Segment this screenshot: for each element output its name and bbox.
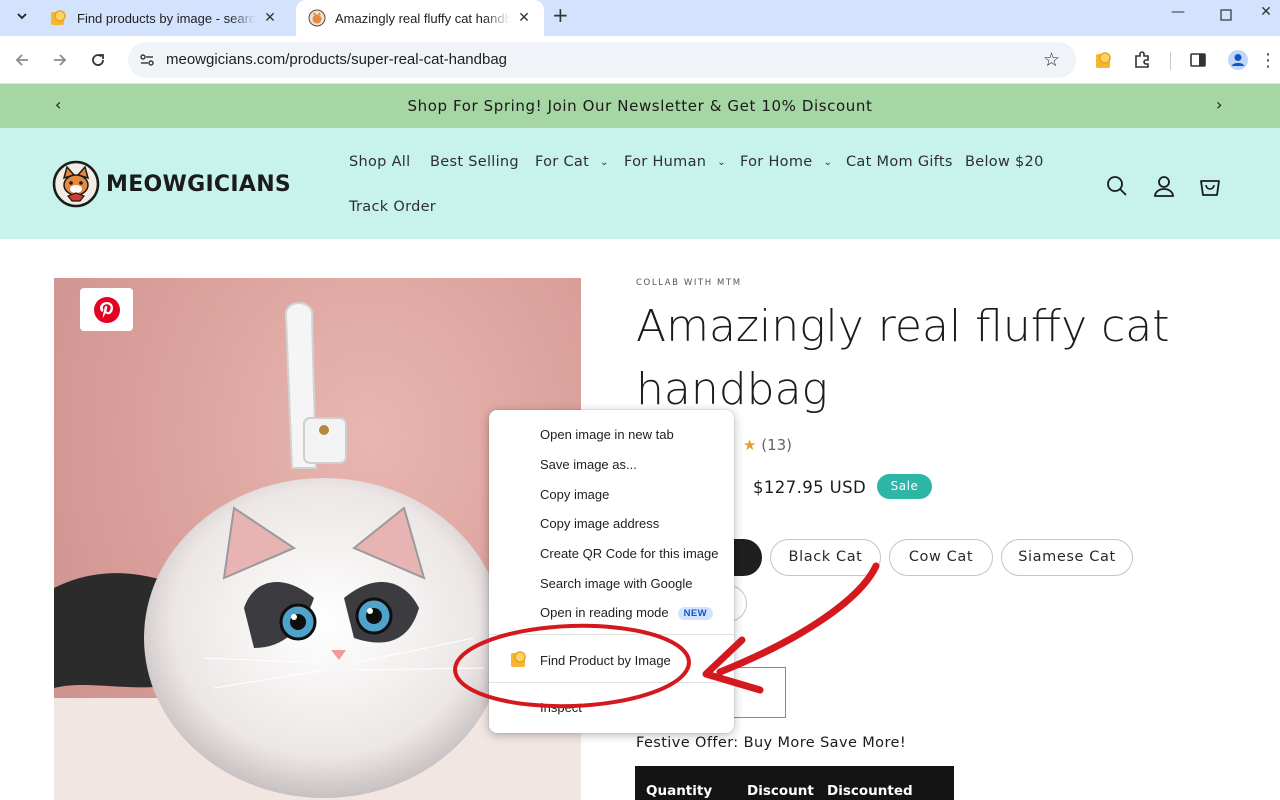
menu-label: Open in reading mode [540,605,669,620]
product-rating[interactable]: ★ (13) [743,436,792,454]
menu-search-image-google[interactable]: Search image with Google [540,576,692,591]
nav-label: Shop All [349,154,411,170]
offer-table-header: Quantity Discount Discounted price [635,766,954,800]
menu-create-qr-code[interactable]: Create QR Code for this image [540,546,718,561]
menu-copy-image[interactable]: Copy image [540,487,609,502]
star-icon: ★ [743,436,757,454]
nav-best-selling[interactable]: Best Selling [430,154,519,170]
offer-col-quantity: Quantity [646,783,713,799]
chevron-down-icon: ⌄ [823,156,833,168]
tab-search-button[interactable] [8,4,36,28]
menu-copy-image-address[interactable]: Copy image address [540,516,659,531]
tab-strip: Find products by image - search ✕ Amazin… [0,0,1280,36]
offer-col-discount: Discount [747,783,814,799]
extensions-puzzle-icon[interactable] [1130,48,1154,72]
announcement-text[interactable]: Shop For Spring! Join Our Newsletter & G… [0,97,1280,115]
variant-cow-cat[interactable]: Cow Cat [889,539,993,576]
menu-find-product-by-image[interactable]: Find Product by Image [540,653,671,668]
minimize-icon[interactable]: — [1164,4,1192,26]
url-text: meowgicians.com/products/super-real-cat-… [166,51,508,68]
sale-badge: Sale [877,474,932,499]
announcement-next-icon[interactable]: › [1216,95,1222,114]
nav-label: Track Order [349,199,437,215]
quantity-stepper[interactable] [733,667,786,718]
nav-shop-all[interactable]: Shop All [349,154,410,170]
nav-label: For Home [740,154,813,170]
cat-mascot-logo-icon [52,160,100,208]
pinterest-icon [93,296,120,323]
reload-icon[interactable] [86,48,110,72]
nav-label: For Cat [535,154,590,170]
toolbar-divider [1170,52,1171,70]
tab-title: Amazingly real fluffy cat handbag [335,10,510,26]
menu-inspect[interactable]: Inspect [540,700,582,715]
site-logo[interactable]: MEOWGICIANS [52,160,291,208]
product-title: Amazingly real fluffy cat handbag [636,301,1170,415]
address-bar[interactable]: meowgicians.com/products/super-real-cat-… [128,42,1076,78]
nav-cat-mom-gifts[interactable]: Cat Mom Gifts [846,154,953,170]
variant-siamese-cat[interactable]: Siamese Cat [1001,539,1133,576]
nav-label: Below $20 [965,154,1044,170]
nav-for-cat[interactable]: For Cat ⌄ [535,154,609,170]
window-close-icon[interactable]: ✕ [1252,4,1280,26]
menu-save-image-as[interactable]: Save image as... [540,457,637,472]
close-icon[interactable]: ✕ [262,10,278,26]
context-menu: Open image in new tab Save image as... C… [489,410,734,733]
offer-col-discounted-price: Discounted price [827,783,913,800]
nav-for-human[interactable]: For Human ⌄ [624,154,726,170]
variant-black-cat[interactable]: Black Cat [770,539,881,576]
nav-below-20[interactable]: Below $20 [965,154,1044,170]
maximize-icon[interactable] [1212,4,1240,26]
review-count: (13) [761,436,793,454]
more-menu-icon[interactable]: ⋮ [1259,48,1277,72]
product-vendor: COLLAB WITH MTM [636,278,742,288]
chevron-down-icon: ⌄ [600,156,609,168]
extension-icon [511,651,526,667]
pinterest-save-button[interactable] [80,288,133,331]
side-panel-icon[interactable] [1186,48,1210,72]
announcement-bar: ‹ Shop For Spring! Join Our Newsletter &… [0,84,1280,128]
nav-track-order[interactable]: Track Order [349,199,436,215]
chevron-down-icon [17,13,27,20]
logo-text: MEOWGICIANS [106,171,292,197]
nav-label: Cat Mom Gifts [846,154,953,170]
tab-product-page[interactable]: Amazingly real fluffy cat handbag ✕ [296,0,544,36]
highlight-arrow [716,562,880,676]
offer-heading: Festive Offer: Buy More Save More! [636,735,907,751]
forward-icon[interactable] [48,48,72,72]
browser-toolbar: meowgicians.com/products/super-real-cat-… [0,36,1280,84]
back-icon[interactable] [10,48,34,72]
profile-avatar-icon[interactable] [1226,48,1250,72]
account-icon[interactable] [1151,173,1177,199]
chevron-down-icon: ⌄ [717,156,726,168]
cart-icon[interactable] [1197,173,1223,199]
nav-label: For Human [624,154,707,170]
extension-icon[interactable] [1092,48,1116,72]
product-price: $127.95 USD [753,478,867,497]
new-badge: NEW [677,607,714,620]
nav-label: Best Selling [430,154,519,170]
tab-find-products[interactable]: Find products by image - search ✕ [38,0,290,36]
nav-for-home[interactable]: For Home ⌄ [740,154,832,170]
site-header: MEOWGICIANS Shop All Best Selling For Ca… [0,128,1280,239]
search-icon[interactable] [1104,173,1130,199]
bookmark-star-icon[interactable]: ☆ [1043,49,1060,71]
menu-divider [489,682,734,683]
extension-favicon-icon [51,10,66,25]
tab-title: Find products by image - search [77,10,256,26]
close-icon[interactable]: ✕ [516,10,532,26]
new-tab-button[interactable]: + [552,4,572,26]
cat-favicon-icon [308,9,326,27]
menu-open-reading-mode[interactable]: Open in reading mode NEW [540,605,714,620]
menu-divider [489,634,734,635]
site-info-icon[interactable] [138,51,156,69]
menu-open-image-new-tab[interactable]: Open image in new tab [540,427,674,442]
